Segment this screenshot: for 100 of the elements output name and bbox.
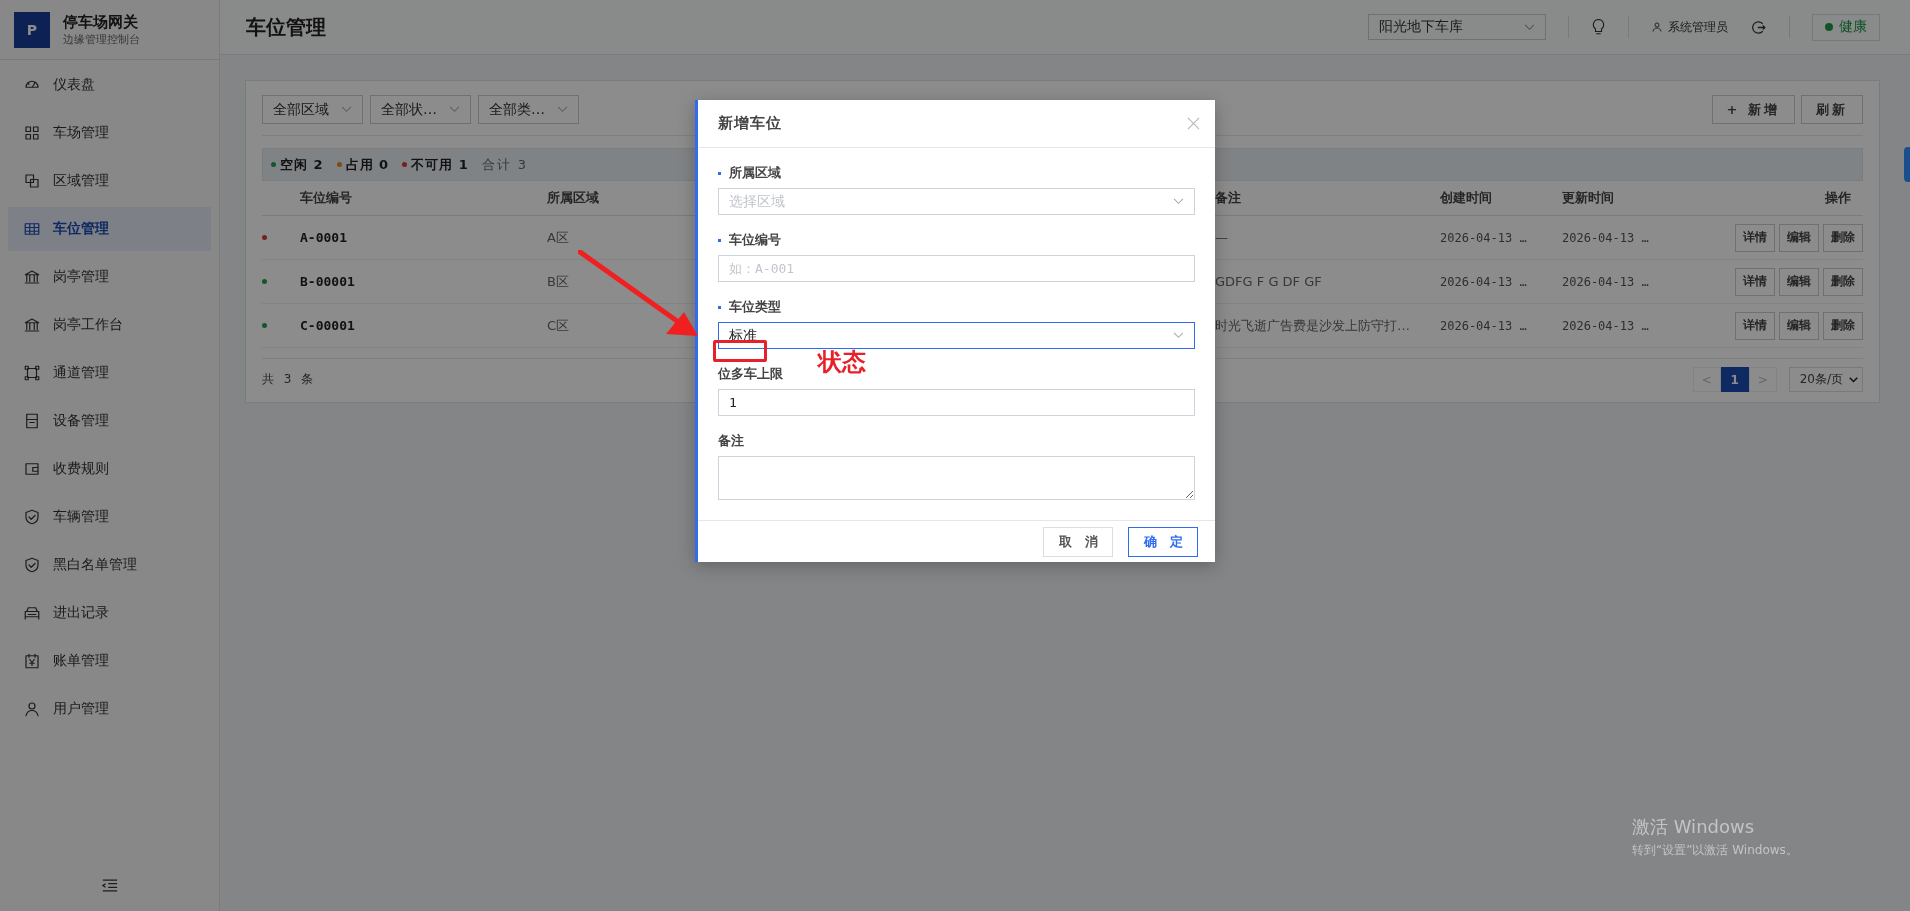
field-label: 车位编号 [729, 231, 781, 249]
shield-check-icon [23, 508, 41, 526]
annotation-box [713, 340, 767, 362]
field-label: 位多车上限 [718, 365, 783, 383]
status-count: 空闲 2 [280, 155, 324, 174]
toolbar-button[interactable]: 刷新 [1801, 95, 1863, 124]
field-label: 备注 [718, 432, 744, 450]
sidebar-item[interactable]: 通道管理 [8, 351, 211, 395]
bank-icon [23, 316, 41, 334]
sidebar-item[interactable]: 黑白名单管理 [8, 543, 211, 587]
sidebar-item[interactable]: 车辆管理 [8, 495, 211, 539]
table-cell: GDFG F G DF GF [1215, 274, 1322, 289]
input-field[interactable]: 1 [718, 389, 1195, 416]
table-cell: B-00001 [300, 274, 355, 289]
toolbar-button[interactable]: + 新增 [1711, 95, 1795, 124]
sidebar-item[interactable]: 区域管理 [8, 159, 211, 203]
table-cell: B区 [547, 272, 569, 291]
chevron-down-icon [557, 106, 568, 113]
table-cell: 2026-04-13 … [1562, 230, 1649, 245]
document-icon [23, 412, 41, 430]
column-header: 更新时间 [1562, 189, 1614, 207]
column-header: 操作 [1825, 189, 1852, 207]
table-cell: C区 [547, 316, 570, 335]
table-cell: A区 [547, 228, 569, 247]
table-cell: 2026-04-13 … [1440, 274, 1527, 289]
cancel-button[interactable]: 取 消 [1043, 526, 1113, 557]
collapse-menu-icon[interactable] [101, 879, 118, 892]
page-size-select[interactable]: 20条/页 [1788, 367, 1863, 392]
logo-badge: P [14, 11, 50, 48]
chevron-down-icon [1849, 376, 1858, 383]
sidebar-item[interactable]: 设备管理 [8, 399, 211, 443]
user-menu[interactable]: 系统管理员 [1651, 18, 1728, 36]
row-action-button[interactable]: 详情 [1735, 267, 1775, 296]
page-title: 车位管理 [246, 13, 326, 41]
user-icon [23, 700, 41, 718]
chevron-down-icon [1173, 332, 1184, 339]
sidebar-item[interactable]: 收费规则 [8, 447, 211, 491]
input-field[interactable]: 如：A-001 [718, 255, 1195, 282]
table-cell: 2026-04-13 … [1562, 318, 1649, 333]
table-cell: A-0001 [300, 230, 347, 245]
record-count: 共 3 条 [262, 371, 317, 388]
chevron-down-icon [1173, 198, 1184, 205]
row-action-button[interactable]: 删除 [1823, 223, 1863, 252]
filter-select[interactable]: 全部状… [370, 95, 471, 124]
frame-icon [23, 364, 41, 382]
chevron-down-icon [1524, 23, 1535, 31]
sidebar-item[interactable]: 进出记录 [8, 591, 211, 635]
logout-icon[interactable] [1750, 18, 1767, 36]
row-action-button[interactable]: 删除 [1823, 267, 1863, 296]
receipt-icon [23, 652, 41, 670]
table-cell: 2026-04-13 … [1440, 318, 1527, 333]
bank-icon [23, 268, 41, 286]
page-button[interactable]: 1 [1720, 367, 1749, 392]
filter-select[interactable]: 全部区域 [262, 95, 363, 124]
sidebar-item[interactable]: 车位管理 [8, 207, 211, 251]
row-action-button[interactable]: 详情 [1735, 223, 1775, 252]
table-cell: 时光飞逝广告费是沙发上防守打… [1215, 316, 1410, 335]
sidebar-item[interactable]: 车场管理 [8, 111, 211, 155]
chevron-down-icon [341, 106, 352, 113]
filter-select[interactable]: 全部类… [478, 95, 579, 124]
total-count: 合计 3 [481, 155, 529, 174]
sidebar-item[interactable]: 岗亭工作台 [8, 303, 211, 347]
sidebar-item[interactable]: 仪表盘 [8, 63, 211, 107]
car-icon [23, 604, 41, 622]
row-action-button[interactable]: 详情 [1735, 311, 1775, 340]
lightbulb-icon[interactable] [1591, 18, 1606, 36]
annotation-text: 状态 [818, 347, 866, 378]
row-action-button[interactable]: 删除 [1823, 311, 1863, 340]
overlap-squares-icon [23, 172, 41, 190]
sidebar-item[interactable]: 用户管理 [8, 687, 211, 731]
sidebar-item[interactable]: 岗亭管理 [8, 255, 211, 299]
sidebar-item[interactable]: 账单管理 [8, 639, 211, 683]
row-action-button[interactable]: 编辑 [1779, 223, 1819, 252]
field-label: 所属区域 [729, 164, 781, 182]
column-header: 所属区域 [547, 189, 599, 207]
column-header: 备注 [1215, 189, 1241, 207]
table-cell: — [1215, 230, 1228, 245]
confirm-button[interactable]: 确 定 [1128, 526, 1198, 557]
shield-check-icon [23, 556, 41, 574]
grid-icon [23, 124, 41, 142]
user-icon [1651, 21, 1663, 33]
row-action-button[interactable]: 编辑 [1779, 311, 1819, 340]
table-cell: C-00001 [300, 318, 355, 333]
column-header: 创建时间 [1440, 189, 1492, 207]
activation-title: 激活 Windows [1632, 815, 1756, 839]
table-icon [23, 220, 41, 238]
table-cell: 2026-04-13 … [1562, 274, 1649, 289]
status-count: 占用 0 [345, 155, 390, 174]
health-status: 健康 [1812, 13, 1880, 41]
garage-select[interactable]: 阳光地下车库 [1368, 14, 1546, 40]
chevron-down-icon [449, 106, 460, 113]
dialog-title: 新增车位 [718, 114, 782, 133]
column-header: 车位编号 [300, 189, 352, 207]
app-title: 停车场网关 [63, 12, 139, 32]
wallet-icon [23, 460, 41, 478]
status-count: 不可用 1 [411, 155, 469, 174]
row-action-button[interactable]: 编辑 [1779, 267, 1819, 296]
table-cell: 2026-04-13 … [1440, 230, 1527, 245]
field-label: 车位类型 [729, 298, 781, 316]
app-subtitle: 边缘管理控制台 [63, 31, 140, 47]
